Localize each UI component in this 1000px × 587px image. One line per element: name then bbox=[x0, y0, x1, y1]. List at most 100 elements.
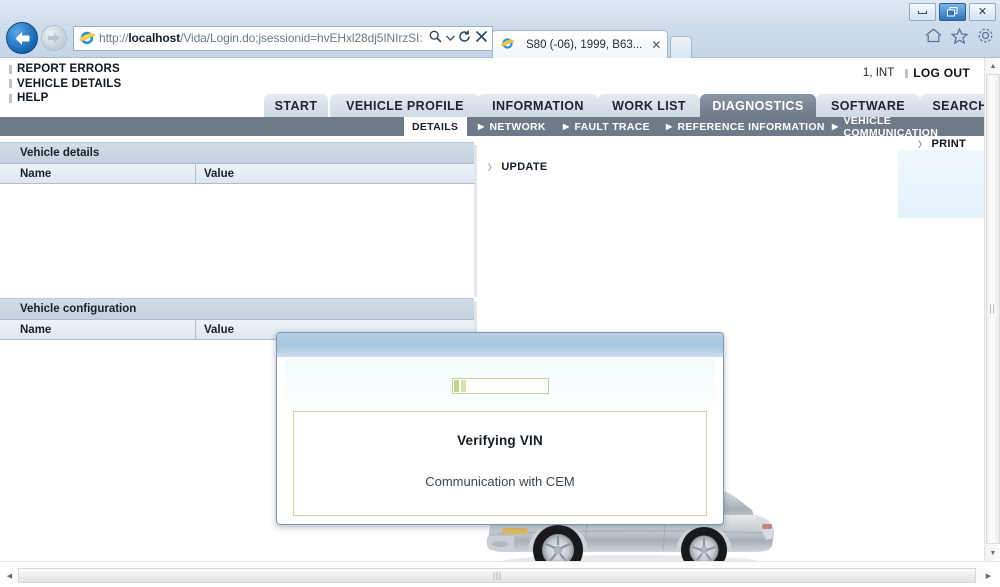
panel-column-headers: Name Value bbox=[0, 163, 474, 184]
tab-diagnostics[interactable]: DIAGNOSTICS bbox=[700, 94, 816, 117]
subnav-fault-trace[interactable]: ▶ FAULT TRACE bbox=[563, 117, 650, 136]
tab-label: DIAGNOSTICS bbox=[712, 98, 804, 113]
subnav-label: FAULT TRACE bbox=[574, 120, 650, 133]
menu-item-report-errors[interactable]: REPORT ERRORS bbox=[9, 62, 121, 77]
column-header-value: Value bbox=[204, 323, 235, 336]
dialog-titlebar bbox=[277, 333, 723, 357]
back-button[interactable] bbox=[6, 22, 38, 54]
star-icon[interactable] bbox=[950, 26, 969, 47]
browser-tab[interactable]: S80 (-06), 1999, B63... ✕ bbox=[492, 30, 669, 58]
app-header: REPORT ERRORS VEHICLE DETAILS HELP 1, IN… bbox=[0, 58, 988, 104]
chevron-right-icon: ▶ bbox=[563, 121, 570, 131]
chevron-right-icon: ▶ bbox=[832, 121, 839, 131]
tab-start[interactable]: START bbox=[264, 94, 328, 117]
stop-close-icon[interactable] bbox=[473, 30, 490, 46]
vertical-scroll-thumb[interactable] bbox=[986, 74, 1000, 544]
logout-button[interactable]: LOG OUT bbox=[905, 66, 970, 80]
menu-bullet-icon bbox=[9, 79, 12, 89]
browser-window: ✕ http://localhost/Vida/Login.do;jsessio… bbox=[0, 0, 1000, 587]
back-arrow-icon bbox=[15, 31, 29, 45]
tab-label: START bbox=[274, 98, 318, 113]
menu-item-label: VEHICLE DETAILS bbox=[17, 77, 122, 90]
tab-vehicle-profile[interactable]: VEHICLE PROFILE bbox=[330, 94, 480, 117]
column-header-name: Name bbox=[0, 163, 196, 184]
tab-information[interactable]: INFORMATION bbox=[478, 94, 598, 117]
update-button[interactable]: 〉 UPDATE bbox=[488, 161, 548, 173]
panel-shadow bbox=[474, 145, 477, 297]
vehicle-details-rows bbox=[0, 184, 474, 294]
address-bar[interactable]: http://localhost/Vida/Login.do;jsessioni… bbox=[73, 25, 493, 51]
refresh-icon[interactable] bbox=[456, 30, 473, 46]
logout-label: LOG OUT bbox=[913, 66, 970, 80]
verifying-vin-dialog: Verifying VIN Communication with CEM bbox=[276, 332, 724, 525]
sub-navbar: DETAILS ▶ NETWORK ▶ FAULT TRACE ▶ REFERE… bbox=[0, 114, 988, 139]
user-id-label: 1, INT bbox=[862, 67, 895, 79]
update-label: UPDATE bbox=[501, 161, 548, 173]
forward-arrow-icon bbox=[48, 33, 60, 43]
search-icon[interactable] bbox=[427, 30, 444, 46]
tab-label: WORK LIST bbox=[612, 98, 686, 113]
gear-icon[interactable] bbox=[977, 27, 994, 47]
menu-item-vehicle-details[interactable]: VEHICLE DETAILS bbox=[9, 77, 121, 92]
content-area: 〉 PRINT 〉 UPDATE Vehicle details Name Va… bbox=[0, 136, 988, 575]
column-header-value: Value bbox=[204, 167, 235, 180]
chevron-right-icon: ▶ bbox=[478, 121, 485, 131]
panel-title: Vehicle configuration bbox=[0, 298, 474, 320]
progress-segment bbox=[453, 380, 459, 392]
home-icon[interactable] bbox=[925, 28, 942, 46]
subnav-label: VEHICLE COMMUNICATION bbox=[843, 114, 939, 139]
tab-label: INFORMATION bbox=[492, 98, 584, 113]
new-tab-button[interactable] bbox=[670, 36, 693, 58]
subnav-label: DETAILS bbox=[412, 120, 459, 133]
print-button[interactable]: 〉 PRINT bbox=[918, 138, 966, 150]
internet-explorer-icon bbox=[78, 29, 96, 47]
column-header-name: Name bbox=[0, 319, 196, 340]
browser-tabstrip: S80 (-06), 1999, B63... ✕ bbox=[492, 24, 693, 58]
scroll-right-button[interactable]: ▶ bbox=[981, 568, 996, 583]
vida-application: REPORT ERRORS VEHICLE DETAILS HELP 1, IN… bbox=[0, 58, 1000, 587]
right-info-panel bbox=[898, 150, 988, 218]
scroll-left-button[interactable]: ◀ bbox=[2, 568, 17, 583]
panel-title: Vehicle details bbox=[0, 142, 474, 164]
internet-explorer-icon bbox=[500, 36, 518, 54]
subnav-details[interactable]: DETAILS bbox=[412, 117, 458, 136]
chevron-right-icon: 〉 bbox=[488, 162, 497, 172]
subnav-label: NETWORK bbox=[489, 120, 546, 133]
url-text: http://localhost/Vida/Login.do;jsessioni… bbox=[99, 31, 423, 45]
horizontal-scroll-thumb[interactable] bbox=[18, 568, 976, 583]
forward-button[interactable] bbox=[41, 25, 67, 51]
browser-chrome: ✕ http://localhost/Vida/Login.do;jsessio… bbox=[0, 0, 1000, 58]
browser-tab-title: S80 (-06), 1999, B63... bbox=[526, 38, 643, 51]
vertical-scrollbar[interactable]: ▲ ▼ bbox=[984, 58, 1000, 561]
tab-close-icon[interactable]: ✕ bbox=[647, 38, 661, 52]
chevron-right-icon: ▶ bbox=[666, 121, 673, 131]
menu-item-label: REPORT ERRORS bbox=[17, 63, 120, 75]
dialog-message-box: Verifying VIN Communication with CEM bbox=[293, 411, 707, 516]
minimize-icon bbox=[918, 10, 927, 14]
tab-label: SEARCH bbox=[932, 98, 988, 113]
scroll-down-button[interactable]: ▼ bbox=[985, 545, 1000, 561]
scroll-up-button[interactable]: ▲ bbox=[985, 58, 1000, 74]
dialog-body: Verifying VIN Communication with CEM bbox=[285, 359, 715, 516]
menu-bullet-icon bbox=[9, 64, 12, 74]
subnav-network[interactable]: ▶ NETWORK bbox=[478, 117, 546, 136]
print-label: PRINT bbox=[931, 138, 966, 150]
restore-icon bbox=[947, 7, 958, 17]
progress-segment bbox=[460, 380, 466, 392]
tab-label: SOFTWARE bbox=[830, 98, 906, 113]
tab-label: VEHICLE PROFILE bbox=[346, 98, 464, 113]
subnav-label: REFERENCE INFORMATION bbox=[677, 120, 825, 133]
dialog-title-text: Verifying VIN bbox=[457, 433, 543, 448]
close-icon: ✕ bbox=[977, 5, 988, 18]
header-user-area: 1, INT LOG OUT bbox=[863, 66, 970, 80]
main-tabbar: START VEHICLE PROFILE INFORMATION WORK L… bbox=[0, 94, 1000, 117]
subnav-reference-information[interactable]: ▶ REFERENCE INFORMATION bbox=[666, 117, 825, 136]
menu-bullet-icon bbox=[905, 68, 909, 78]
progress-bar bbox=[451, 378, 549, 394]
chevron-down-icon[interactable] bbox=[444, 33, 456, 43]
subnav-vehicle-communication[interactable]: ▶ VEHICLE COMMUNICATION bbox=[832, 114, 988, 139]
scroll-grip-icon bbox=[493, 571, 501, 580]
scroll-grip-icon bbox=[990, 304, 996, 314]
tab-work-list[interactable]: WORK LIST bbox=[598, 94, 700, 117]
horizontal-scrollbar[interactable]: ◀ ▶ bbox=[0, 561, 1000, 587]
